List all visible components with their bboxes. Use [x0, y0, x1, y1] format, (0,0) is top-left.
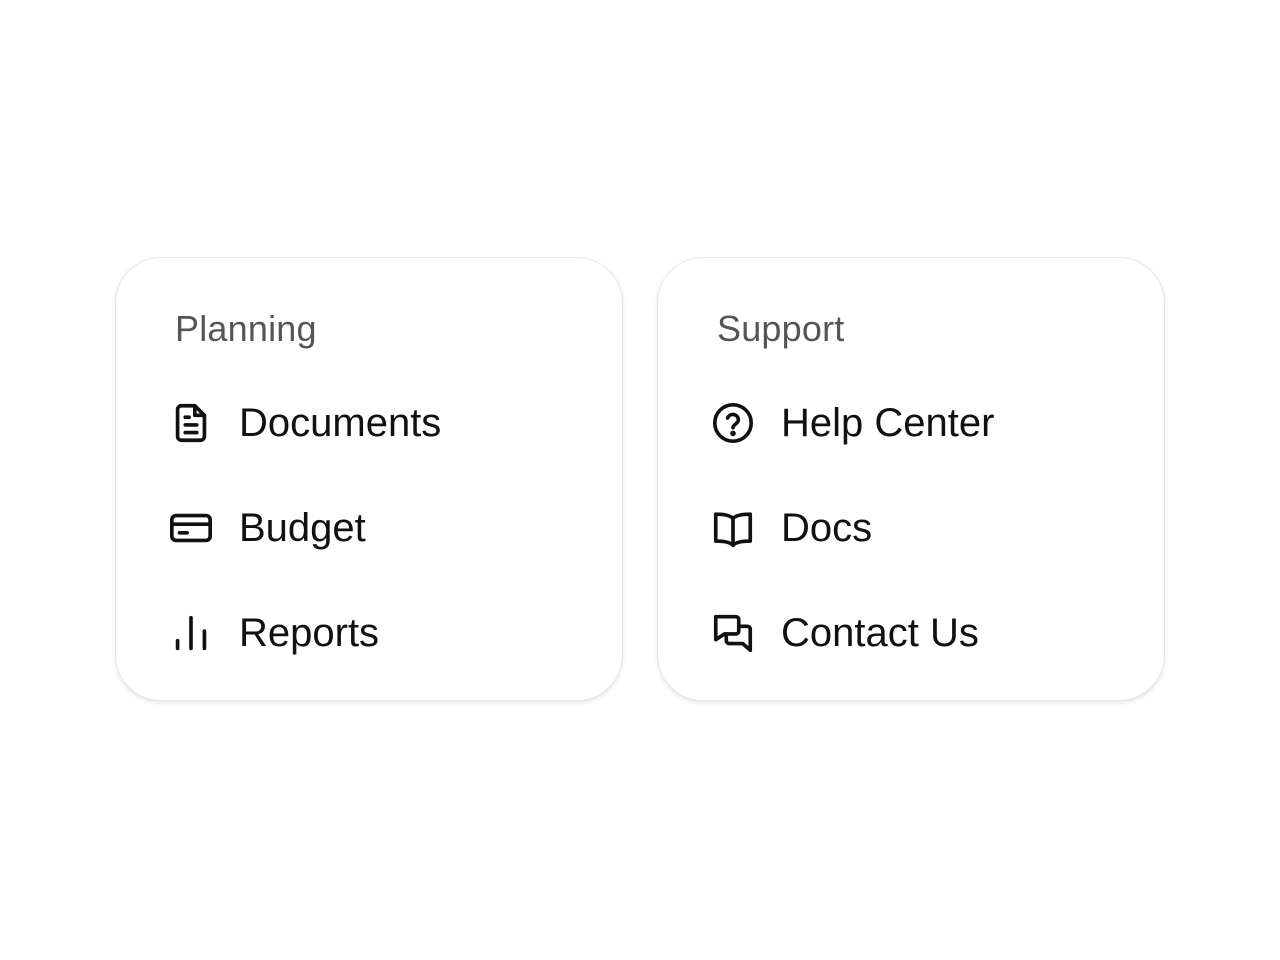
menu-item-documents[interactable]: Documents	[168, 388, 608, 458]
help-circle-icon	[710, 400, 756, 446]
menu-item-label: Help Center	[781, 401, 995, 445]
book-open-icon	[710, 505, 756, 551]
menu-item-label: Budget	[239, 506, 366, 550]
menu-item-docs[interactable]: Docs	[710, 493, 1150, 563]
menu-item-help-center[interactable]: Help Center	[710, 388, 1150, 458]
support-card: Support Help Center Docs Contact Us	[657, 257, 1165, 701]
menu-item-label: Documents	[239, 401, 442, 445]
planning-card-title: Planning	[175, 308, 317, 349]
document-icon	[168, 400, 214, 446]
menu-item-label: Reports	[239, 611, 380, 655]
support-card-title: Support	[717, 308, 845, 349]
menu-item-reports[interactable]: Reports	[168, 598, 608, 668]
menu-cards: Planning Documents Budget Reports Suppor…	[115, 257, 1165, 701]
chat-bubbles-icon	[710, 610, 756, 656]
bar-chart-icon	[168, 610, 214, 656]
credit-card-icon	[168, 505, 214, 551]
menu-item-label: Docs	[781, 506, 873, 550]
support-menu: Help Center Docs Contact Us	[710, 388, 1150, 703]
menu-item-budget[interactable]: Budget	[168, 493, 608, 563]
menu-item-contact-us[interactable]: Contact Us	[710, 598, 1150, 668]
planning-card: Planning Documents Budget Reports	[115, 257, 623, 701]
menu-item-label: Contact Us	[781, 611, 979, 655]
planning-menu: Documents Budget Reports	[168, 388, 608, 703]
